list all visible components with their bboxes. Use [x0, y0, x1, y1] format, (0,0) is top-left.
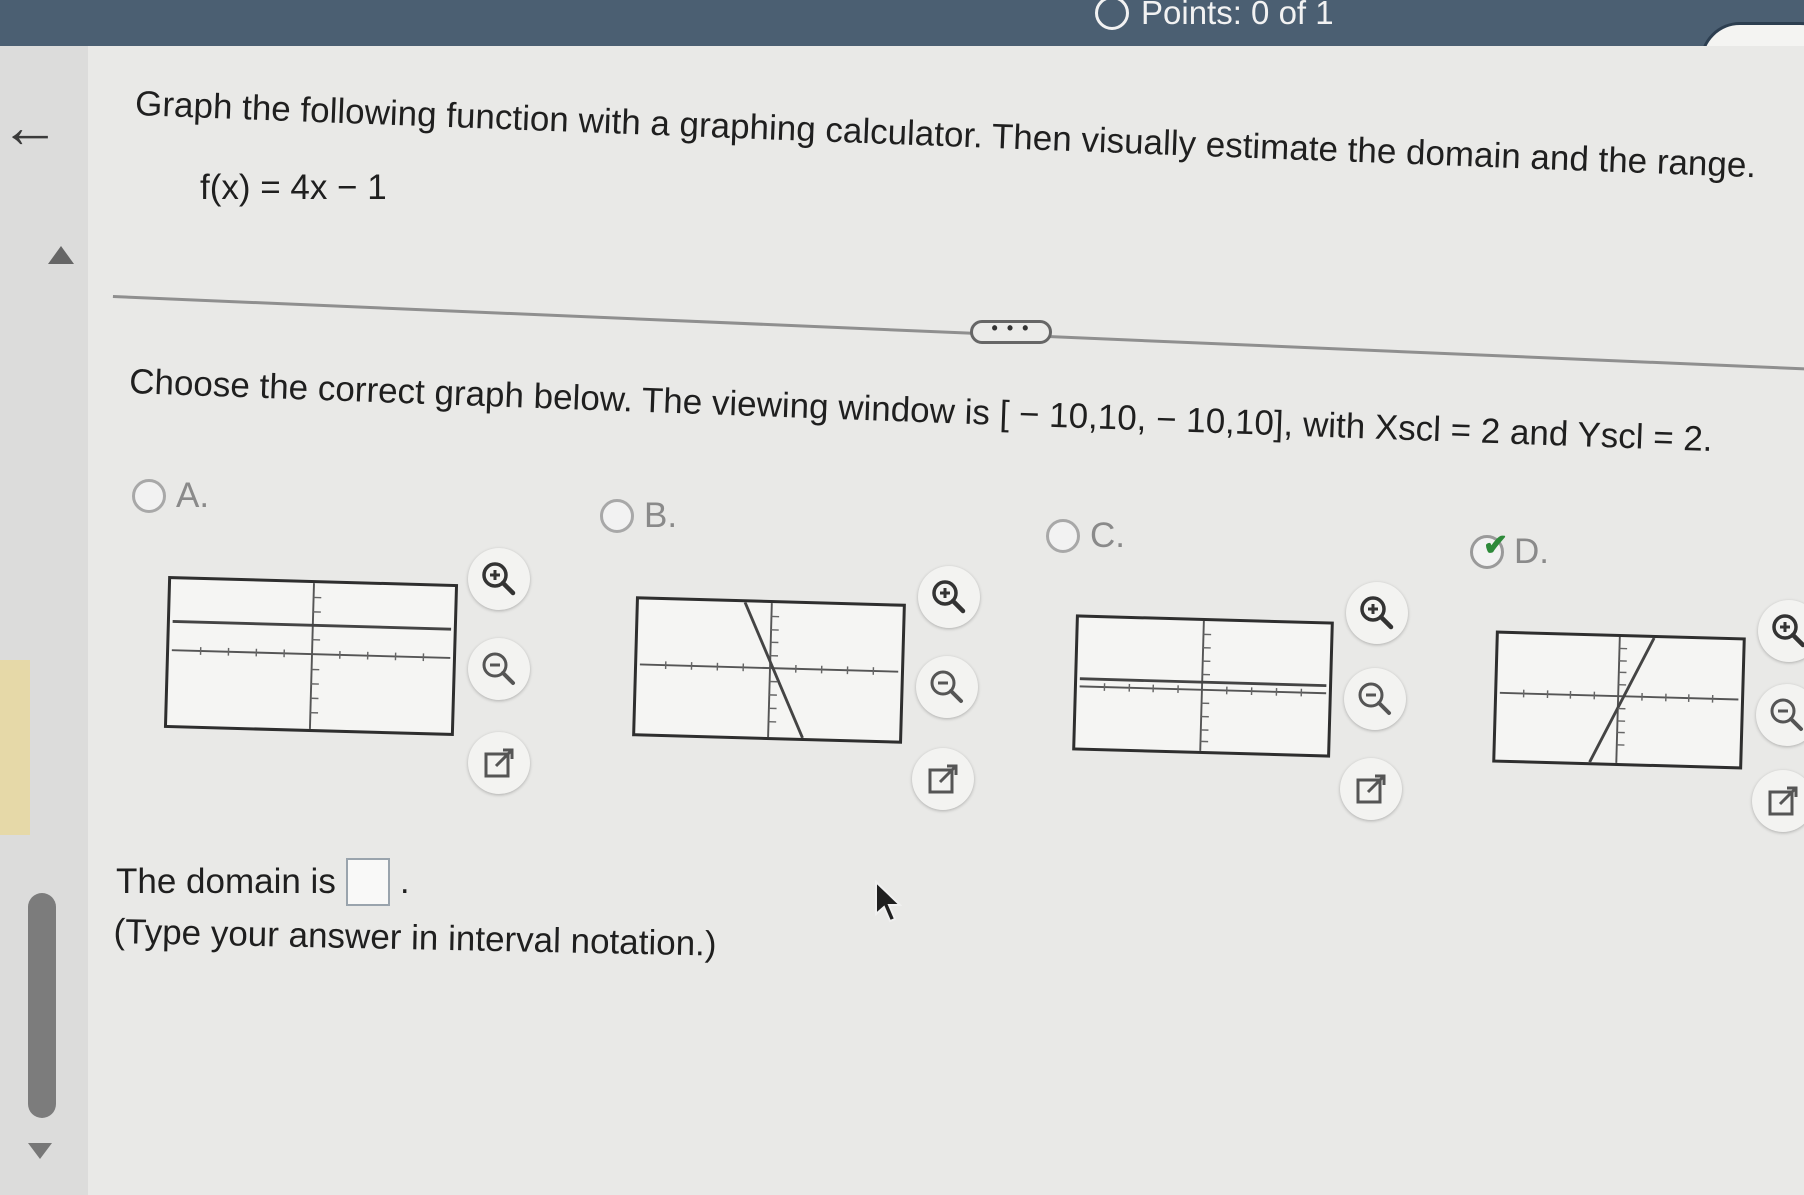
function-expression: f(x) = 4x − 1 [200, 168, 387, 207]
domain-label: The domain is [116, 862, 336, 901]
side-tab [0, 660, 30, 835]
open-in-new-window-icon [928, 764, 958, 794]
mouse-cursor-icon [875, 880, 902, 923]
y-axis [767, 603, 773, 738]
scroll-down-arrow-icon[interactable] [28, 1143, 52, 1159]
zoom-out-icon [482, 652, 515, 685]
option-c-expand-button[interactable] [1340, 758, 1402, 820]
option-a-zoom-in-button[interactable] [468, 548, 530, 610]
domain-prompt: The domain is . [116, 858, 410, 906]
open-in-new-window-icon [1768, 786, 1798, 816]
domain-period: . [399, 862, 410, 901]
checkmark-icon: ✔ [1483, 529, 1509, 562]
option-b-radio[interactable] [600, 499, 634, 533]
option-c-zoom-out-button[interactable] [1344, 668, 1406, 730]
zoom-out-icon [930, 670, 963, 703]
graph-option-d [1492, 630, 1746, 770]
graph-option-c [1072, 614, 1334, 758]
graph-option-b [632, 596, 906, 744]
option-a-label: A. [176, 476, 210, 515]
graph-option-a [163, 575, 459, 737]
graph-line [743, 601, 804, 739]
option-a[interactable]: A. [132, 476, 209, 516]
zoom-in-icon [932, 580, 966, 614]
open-in-new-window-icon [1356, 774, 1386, 804]
back-arrow-icon[interactable]: ← [0, 92, 60, 161]
option-c-label: C. [1090, 516, 1125, 555]
zoom-in-icon [1360, 596, 1394, 630]
zoom-in-icon [1772, 614, 1804, 648]
zoom-out-icon [1358, 682, 1391, 715]
points-circle-icon [1095, 0, 1129, 30]
option-b-expand-button[interactable] [912, 748, 974, 810]
y-axis [1615, 636, 1621, 763]
open-in-new-window-icon [484, 748, 514, 778]
expand-more-button[interactable]: • • • [970, 319, 1052, 344]
option-d-label: D. [1514, 532, 1549, 571]
points-indicator: Points: 0 of 1 [1095, 0, 1334, 32]
y-axis [1199, 620, 1205, 751]
option-b-label: B. [644, 496, 678, 535]
option-a-radio[interactable] [132, 479, 166, 513]
scroll-up-arrow-icon[interactable] [48, 246, 74, 264]
option-b-zoom-out-button[interactable] [916, 656, 978, 718]
y-axis [308, 583, 315, 730]
option-b[interactable]: B. [600, 496, 677, 536]
scrollbar-thumb[interactable] [28, 893, 56, 1118]
option-c-radio[interactable] [1046, 519, 1080, 553]
zoom-in-icon [482, 562, 516, 596]
domain-answer-input[interactable] [345, 858, 390, 906]
zoom-out-icon [1770, 698, 1803, 731]
option-b-zoom-in-button[interactable] [918, 566, 980, 628]
option-a-zoom-out-button[interactable] [468, 638, 530, 700]
option-a-expand-button[interactable] [468, 732, 530, 794]
option-c-zoom-in-button[interactable] [1346, 582, 1408, 644]
option-c[interactable]: C. [1046, 516, 1125, 556]
option-d-radio[interactable]: ✔ [1470, 529, 1508, 569]
points-label: Points: 0 of 1 [1141, 0, 1334, 31]
option-d[interactable]: ✔ D. [1470, 529, 1549, 572]
